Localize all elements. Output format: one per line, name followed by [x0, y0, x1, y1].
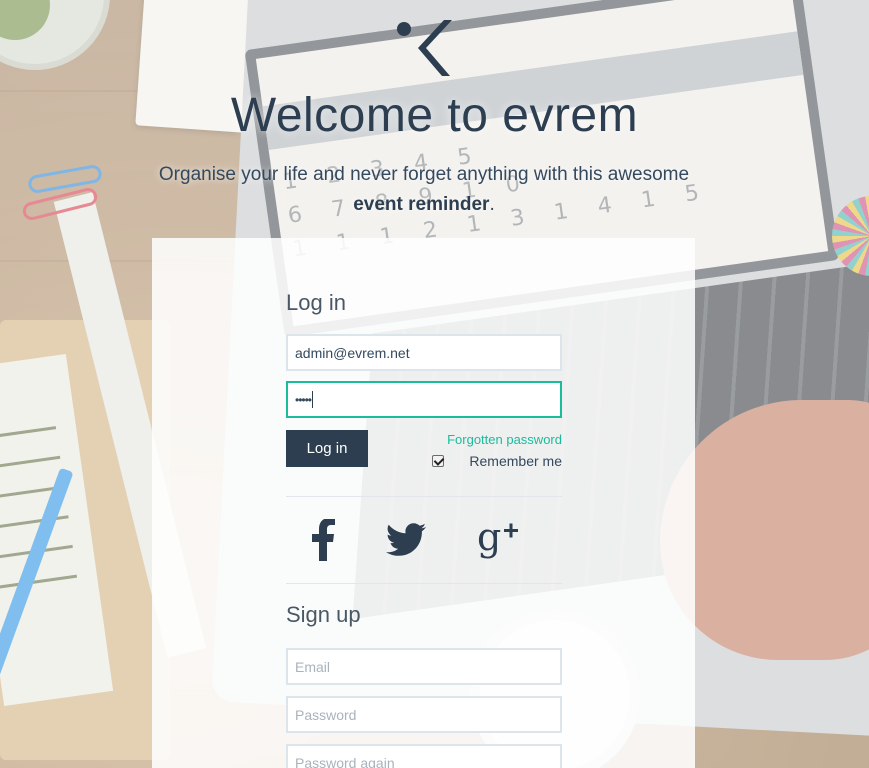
remember-me-label: Remember me — [469, 453, 562, 469]
signup-password-field[interactable]: Password — [286, 696, 562, 733]
signup-password-placeholder: Password — [295, 706, 357, 723]
forgot-password-link[interactable]: Forgotten password — [430, 432, 562, 447]
email-field[interactable]: admin@evrem.net — [286, 334, 562, 371]
signup-heading: Sign up — [286, 602, 361, 627]
tagline-emphasis: event reminder — [353, 194, 490, 215]
email-value: admin@evrem.net — [295, 344, 410, 361]
google-plus-login-button[interactable]: g — [474, 516, 524, 564]
signup-password-again-placeholder: Password again — [295, 754, 395, 768]
evrem-logo — [397, 20, 452, 76]
divider — [286, 583, 562, 584]
signup-email-placeholder: Email — [295, 658, 331, 675]
twitter-login-button[interactable] — [382, 516, 430, 564]
tagline-text: Organise your life and never forget anyt… — [158, 164, 690, 185]
signup-password-again-field[interactable]: Password again — [286, 744, 562, 768]
remember-me-checkbox[interactable] — [432, 455, 444, 467]
login-button[interactable]: Log in — [286, 430, 368, 467]
password-value: ••••• — [295, 392, 312, 407]
facebook-login-button[interactable] — [302, 516, 344, 564]
divider — [286, 496, 562, 497]
remember-me-option[interactable]: Remember me — [430, 452, 562, 470]
password-field[interactable]: ••••• — [286, 381, 562, 418]
tagline-end: . — [489, 194, 495, 215]
svg-text:g: g — [477, 518, 501, 559]
signup-email-field[interactable]: Email — [286, 648, 562, 685]
google-plus-icon: g — [477, 518, 518, 559]
auth-panel: Log in admin@evrem.net ••••• Log in Forg… — [152, 238, 695, 768]
login-heading: Log in — [286, 290, 346, 315]
page-title: Welcome to evrem — [230, 89, 639, 142]
facebook-icon — [312, 519, 335, 561]
tagline: Organise your life and never forget anyt… — [150, 160, 698, 220]
text-caret — [312, 391, 314, 408]
twitter-icon — [386, 523, 426, 556]
